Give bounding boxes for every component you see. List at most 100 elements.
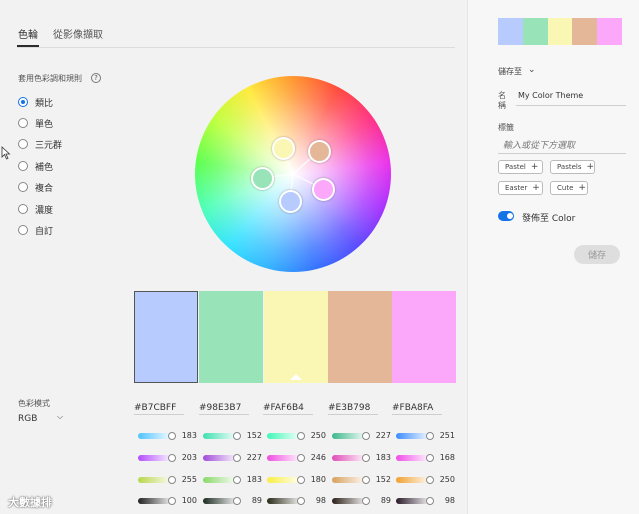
channel-value[interactable]: 227 xyxy=(373,431,391,440)
radio-button[interactable] xyxy=(18,182,28,192)
rule-monochromatic[interactable]: 單色 xyxy=(18,116,53,130)
tag-chip-label: Pastels xyxy=(557,163,582,171)
channel-value[interactable]: 255 xyxy=(179,475,197,484)
slider-knob[interactable] xyxy=(426,476,434,484)
slider-knob[interactable] xyxy=(168,497,176,505)
slider-knob[interactable] xyxy=(362,454,370,462)
channel-value[interactable]: 183 xyxy=(179,431,197,440)
channel-value[interactable]: 250 xyxy=(437,475,455,484)
chevron-down-icon[interactable]: ⌄ xyxy=(528,65,536,75)
channel-value[interactable]: 89 xyxy=(373,496,391,505)
channel-value[interactable]: 98 xyxy=(308,496,326,505)
color-mode-title: 色彩模式 xyxy=(18,399,50,408)
tag-chip-label: Pastel xyxy=(505,163,526,171)
channel-value[interactable]: 227 xyxy=(244,453,262,462)
rule-label: 類比 xyxy=(35,98,54,109)
color-swatch-3[interactable] xyxy=(264,291,328,383)
channel-value[interactable]: 246 xyxy=(308,453,326,462)
channel-value[interactable]: 89 xyxy=(244,496,262,505)
slider-knob[interactable] xyxy=(297,454,305,462)
radio-button[interactable] xyxy=(18,161,28,171)
watermark-logo: 大數據排 xyxy=(8,496,52,509)
color-swatch-4[interactable] xyxy=(328,291,392,383)
slider-knob[interactable] xyxy=(233,497,241,505)
theme-preview-1 xyxy=(498,18,523,45)
theme-preview-5 xyxy=(597,18,622,45)
slider-knob[interactable] xyxy=(233,432,241,440)
wheel-node-yellow[interactable] xyxy=(272,137,295,160)
rule-triad[interactable]: 三元群 xyxy=(18,137,62,151)
radio-button[interactable] xyxy=(18,118,28,128)
slider-knob[interactable] xyxy=(297,432,305,440)
tag-label: 標籤 xyxy=(498,123,514,132)
radio-button[interactable] xyxy=(18,139,28,149)
plus-icon: + xyxy=(532,183,540,193)
wheel-node-peach[interactable] xyxy=(308,140,331,163)
hex-value-input[interactable]: #FAF6B4 xyxy=(263,403,304,413)
color-swatch-2[interactable] xyxy=(199,291,263,383)
channel-value[interactable]: 251 xyxy=(437,431,455,440)
tag-input[interactable]: 輸入或從下方選取 xyxy=(503,138,575,151)
channel-value[interactable]: 98 xyxy=(437,496,455,505)
slider-knob[interactable] xyxy=(426,497,434,505)
hex-value-input[interactable]: #E3B798 xyxy=(328,403,370,413)
theme-preview-4 xyxy=(572,18,597,45)
tag-underline xyxy=(498,153,626,154)
plus-icon: + xyxy=(578,183,586,193)
rule-complementary[interactable]: 補色 xyxy=(18,159,53,173)
rule-compound[interactable]: 複合 xyxy=(18,180,53,194)
channel-value[interactable]: 250 xyxy=(308,431,326,440)
slider-knob[interactable] xyxy=(168,476,176,484)
hex-underline xyxy=(328,414,378,415)
slider-knob[interactable] xyxy=(168,454,176,462)
slider-knob[interactable] xyxy=(362,432,370,440)
tag-chip-cute[interactable]: Cute + xyxy=(550,181,588,195)
color-mode-select[interactable]: RGB xyxy=(18,414,37,424)
save-button[interactable]: 儲存 xyxy=(574,245,620,264)
color-swatch-5[interactable] xyxy=(392,291,456,383)
color-swatch-1[interactable] xyxy=(134,291,198,383)
slider-knob[interactable] xyxy=(168,432,176,440)
radio-button[interactable] xyxy=(18,225,28,235)
hex-value-input[interactable]: #98E3B7 xyxy=(199,403,241,413)
tag-chip-pastel[interactable]: Pastel + xyxy=(498,160,543,174)
hex-value-input[interactable]: #B7CBFF xyxy=(134,403,176,413)
slider-knob[interactable] xyxy=(233,454,241,462)
channel-value[interactable]: 100 xyxy=(179,496,197,505)
harmony-rule-title: 套用色彩調和規則 xyxy=(18,74,82,83)
channel-value[interactable]: 203 xyxy=(179,453,197,462)
slider-knob[interactable] xyxy=(426,454,434,462)
chevron-down-icon[interactable]: ⌵ xyxy=(57,412,63,422)
wheel-node-blue[interactable] xyxy=(279,190,302,213)
slider-knob[interactable] xyxy=(297,476,305,484)
save-to-label[interactable]: 儲存至 xyxy=(498,66,522,77)
hex-value-input[interactable]: #FBA8FA xyxy=(392,403,433,413)
tag-chip-label: Easter xyxy=(505,184,528,192)
base-color-marker-icon xyxy=(290,374,302,380)
slider-knob[interactable] xyxy=(362,497,370,505)
channel-value[interactable]: 152 xyxy=(244,431,262,440)
slider-knob[interactable] xyxy=(233,476,241,484)
rule-analogous[interactable]: 類比 xyxy=(18,95,53,109)
tab-extract-from-image[interactable]: 從影像擷取 xyxy=(53,26,103,41)
channel-value[interactable]: 183 xyxy=(373,453,391,462)
rule-custom[interactable]: 自訂 xyxy=(18,223,53,237)
tab-color-wheel[interactable]: 色輪 xyxy=(18,26,38,41)
channel-value[interactable]: 180 xyxy=(308,475,326,484)
slider-knob[interactable] xyxy=(297,497,305,505)
wheel-node-pink[interactable] xyxy=(312,178,335,201)
slider-knob[interactable] xyxy=(362,476,370,484)
rule-shades[interactable]: 濃度 xyxy=(18,202,53,216)
rule-label: 複合 xyxy=(35,183,54,194)
tag-chip-easter[interactable]: Easter + xyxy=(498,181,543,195)
radio-button[interactable] xyxy=(18,97,28,107)
help-icon[interactable]: ? xyxy=(91,73,101,83)
channel-value[interactable]: 183 xyxy=(244,475,262,484)
tag-chip-pastels[interactable]: Pastels + xyxy=(550,160,595,174)
slider-knob[interactable] xyxy=(426,432,434,440)
channel-value[interactable]: 168 xyxy=(437,453,455,462)
channel-value[interactable]: 152 xyxy=(373,475,391,484)
theme-name-input[interactable]: My Color Theme xyxy=(518,91,583,100)
radio-button[interactable] xyxy=(18,204,28,214)
wheel-node-green[interactable] xyxy=(251,167,274,190)
